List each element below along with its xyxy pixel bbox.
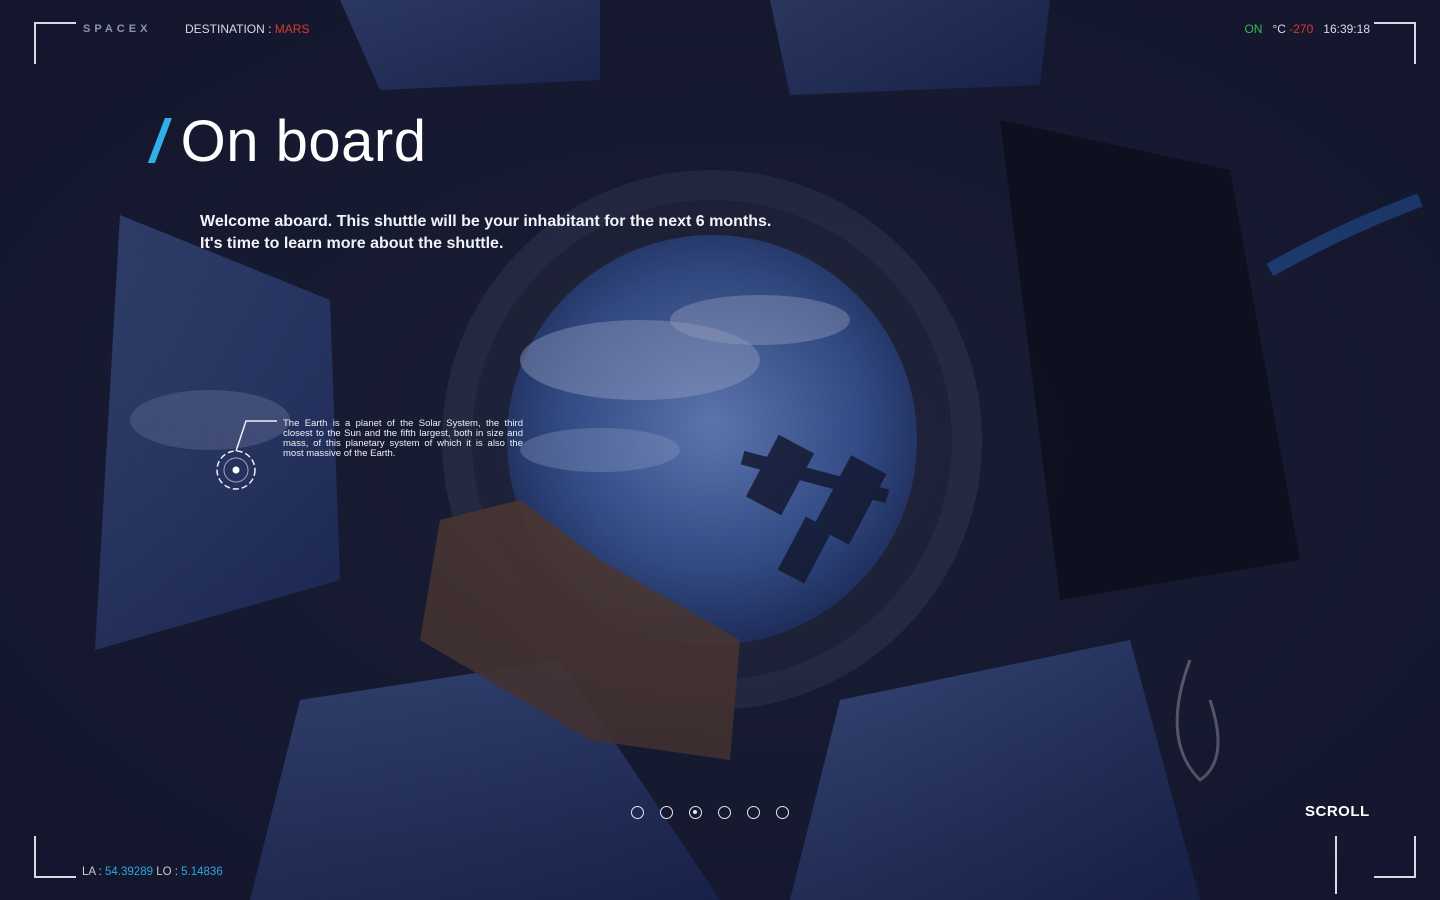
info-hotspot-icon[interactable] <box>215 449 257 491</box>
viewfinder-corner-bottom-left <box>34 836 76 878</box>
page-title: On board <box>180 109 427 174</box>
viewfinder-corner-top-right <box>1374 22 1416 64</box>
intro-text: Welcome aboard. This shuttle will be you… <box>200 211 800 255</box>
longitude-value: 5.14836 <box>181 866 223 878</box>
temperature-unit: °C <box>1272 22 1286 36</box>
hotspot-info-text: The Earth is a planet of the Solar Syste… <box>283 418 523 459</box>
pagination-dot-1[interactable] <box>631 806 644 819</box>
scroll-button[interactable]: SCROLL <box>1305 803 1370 820</box>
longitude-label: LO : <box>156 866 178 878</box>
clock-time: 16:39:18 <box>1323 22 1370 36</box>
pagination-dot-5[interactable] <box>747 806 760 819</box>
pagination-dot-3[interactable] <box>689 806 702 819</box>
section-pagination <box>631 806 789 819</box>
spacex-logo[interactable]: SPACEX <box>83 23 151 35</box>
destination-indicator: DESTINATION : MARS <box>185 22 309 36</box>
latitude-label: LA : <box>82 866 102 878</box>
pagination-dot-6[interactable] <box>776 806 789 819</box>
pagination-dot-2[interactable] <box>660 806 673 819</box>
viewfinder-corner-bottom-right <box>1374 836 1416 878</box>
status-bar: ON °C -270 16:39:18 <box>1244 22 1370 36</box>
title-slash-accent: / <box>150 108 167 175</box>
power-status: ON <box>1244 22 1263 36</box>
temperature-readout: °C -270 <box>1272 22 1313 36</box>
intro-line-1: Welcome aboard. This shuttle will be you… <box>200 213 772 230</box>
intro-line-2: It's time to learn more about the shuttl… <box>200 235 504 252</box>
pagination-dot-4[interactable] <box>718 806 731 819</box>
destination-value: MARS <box>274 22 310 36</box>
viewfinder-corner-top-left <box>34 22 76 64</box>
hero-heading: / On board <box>150 112 427 172</box>
coordinates-readout: LA : 54.39289 LO : 5.14836 <box>82 866 223 878</box>
scroll-indicator-line <box>1335 836 1337 894</box>
destination-label: DESTINATION : <box>185 22 272 36</box>
temperature-value: -270 <box>1289 22 1314 36</box>
latitude-value: 54.39289 <box>105 866 153 878</box>
hotspot-leader-line <box>235 420 277 452</box>
